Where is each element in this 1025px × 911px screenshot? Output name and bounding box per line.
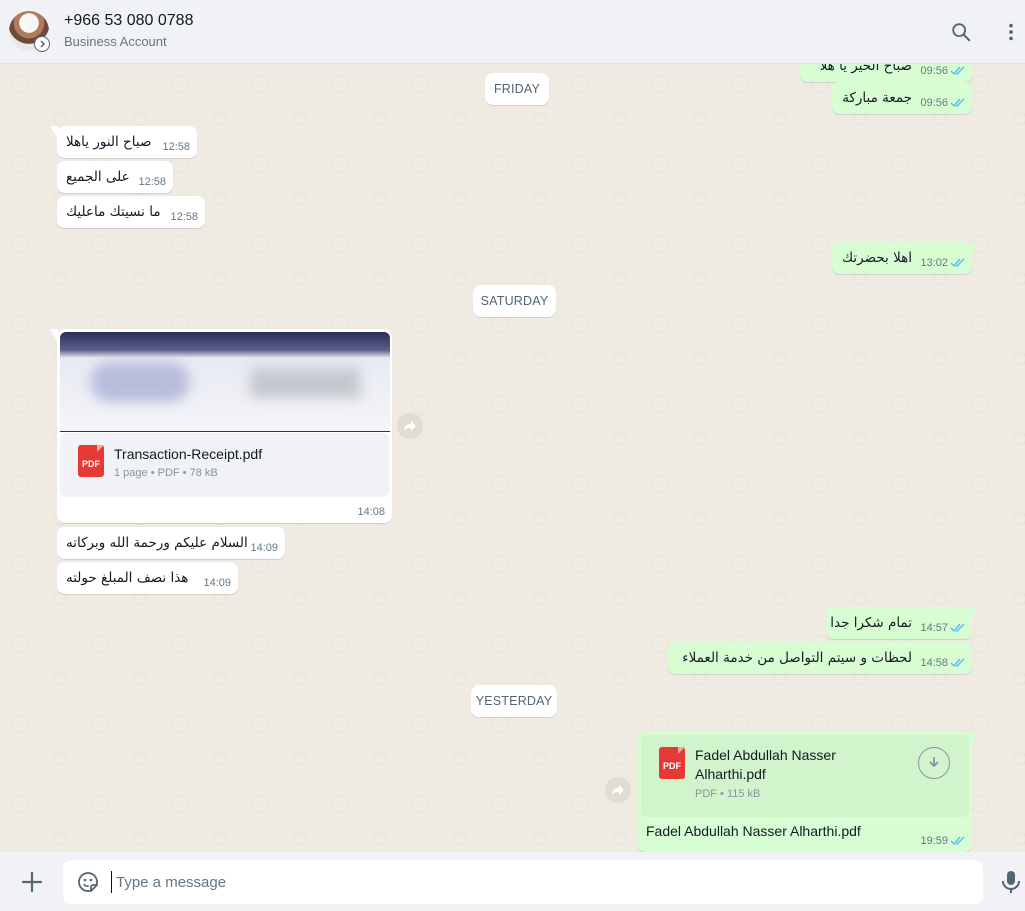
read-ticks-icon [950, 98, 965, 108]
read-ticks-icon [950, 623, 965, 633]
document-message-in[interactable]: PDF Transaction-Receipt.pdf 1 page • PDF… [50, 329, 392, 523]
contact-name[interactable]: +966 53 080 0788 [64, 12, 193, 30]
message-time: 14:09 [250, 542, 278, 554]
business-badge-icon [34, 36, 50, 52]
message-text: ما نسيتك ماعليك [66, 204, 161, 220]
document-meta: 1 page • PDF • 78 kB [114, 467, 218, 479]
message-bubble-in[interactable]: السلام عليكم ورحمة الله وبركاته 14:09 [57, 527, 285, 559]
document-meta: PDF • 115 kB [695, 788, 761, 800]
attach-plus-icon[interactable] [19, 869, 45, 895]
message-bubble-out[interactable]: اهلا بحضرتك 13:02 [832, 242, 979, 274]
message-text: صباح الخير يا هلا [819, 64, 912, 74]
date-chip-yesterday: YESTERDAY [471, 685, 557, 717]
document-card[interactable]: PDF Transaction-Receipt.pdf 1 page • PDF… [60, 433, 389, 497]
message-bubble-out[interactable]: جمعة مباركة 09:56 [832, 82, 972, 114]
message-time: 09:56 [920, 65, 948, 77]
read-ticks-icon [950, 66, 965, 76]
composer-bar [0, 852, 1025, 911]
message-text: جمعة مباركة [842, 90, 912, 106]
document-preview-image[interactable] [60, 332, 390, 432]
message-time: 12:58 [138, 176, 166, 188]
chat-area[interactable]: صباح الخير يا هلا 09:56 FRIDAY جمعة مبار… [0, 64, 1025, 852]
date-chip-friday: FRIDAY [485, 73, 549, 105]
message-text: على الجميع [66, 169, 130, 185]
forward-icon[interactable] [397, 413, 423, 439]
date-chip-saturday: SATURDAY [473, 285, 556, 317]
pdf-file-icon: PDF [78, 445, 104, 477]
message-text: صباح النور ياهلا [66, 134, 152, 150]
document-file-name: Transaction-Receipt.pdf [114, 446, 263, 462]
message-time: 13:02 [920, 257, 948, 269]
message-bubble-in[interactable]: صباح النور ياهلا 12:58 [50, 126, 197, 158]
message-bubble-out[interactable]: تمام شكرا جدا 14:57 [826, 607, 979, 639]
message-time: 14:09 [203, 577, 231, 589]
message-bubble-out[interactable]: صباح الخير يا هلا 09:56 [800, 64, 972, 82]
message-time: 19:59 [920, 835, 948, 847]
document-caption: Fadel Abdullah Nasser Alharthi.pdf [646, 823, 861, 839]
message-time: 12:58 [162, 141, 190, 153]
message-text: لحظات و سيتم التواصل من خدمة العملاء [682, 650, 912, 666]
read-ticks-icon [950, 658, 965, 668]
message-input[interactable] [111, 871, 961, 893]
message-bubble-out[interactable]: لحظات و سيتم التواصل من خدمة العملاء 14:… [668, 642, 972, 674]
message-text: السلام عليكم ورحمة الله وبركاته [66, 535, 248, 551]
read-ticks-icon [950, 258, 965, 268]
microphone-icon[interactable] [999, 869, 1023, 895]
message-input-container[interactable] [63, 860, 983, 904]
chat-header: +966 53 080 0788 Business Account [0, 0, 1025, 64]
message-bubble-in[interactable]: هذا نصف المبلغ حولته 14:09 [57, 562, 238, 594]
document-card[interactable]: PDF Fadel Abdullah Nasser Alharthi.pdf P… [641, 735, 969, 817]
document-message-out[interactable]: PDF Fadel Abdullah Nasser Alharthi.pdf P… [638, 732, 979, 852]
message-time: 09:56 [920, 97, 948, 109]
message-time: 14:57 [920, 622, 948, 634]
pdf-file-icon: PDF [659, 747, 685, 779]
forward-icon[interactable] [605, 777, 631, 803]
message-text: اهلا بحضرتك [842, 250, 912, 266]
menu-icon[interactable] [999, 20, 1023, 44]
message-text: هذا نصف المبلغ حولته [66, 570, 189, 586]
search-icon[interactable] [949, 20, 973, 44]
message-text: تمام شكرا جدا [830, 615, 912, 631]
message-bubble-in[interactable]: ما نسيتك ماعليك 12:58 [57, 196, 205, 228]
document-file-name-line2: Alharthi.pdf [695, 766, 766, 782]
document-file-name-line1: Fadel Abdullah Nasser [695, 747, 836, 763]
sticker-emoji-icon[interactable] [76, 870, 100, 894]
message-bubble-in[interactable]: على الجميع 12:58 [57, 161, 173, 193]
message-time: 14:08 [357, 506, 385, 518]
message-time: 14:58 [920, 657, 948, 669]
message-time: 12:58 [170, 211, 198, 223]
download-icon[interactable] [918, 747, 950, 779]
contact-subtitle: Business Account [64, 34, 167, 49]
read-ticks-icon [950, 836, 965, 846]
